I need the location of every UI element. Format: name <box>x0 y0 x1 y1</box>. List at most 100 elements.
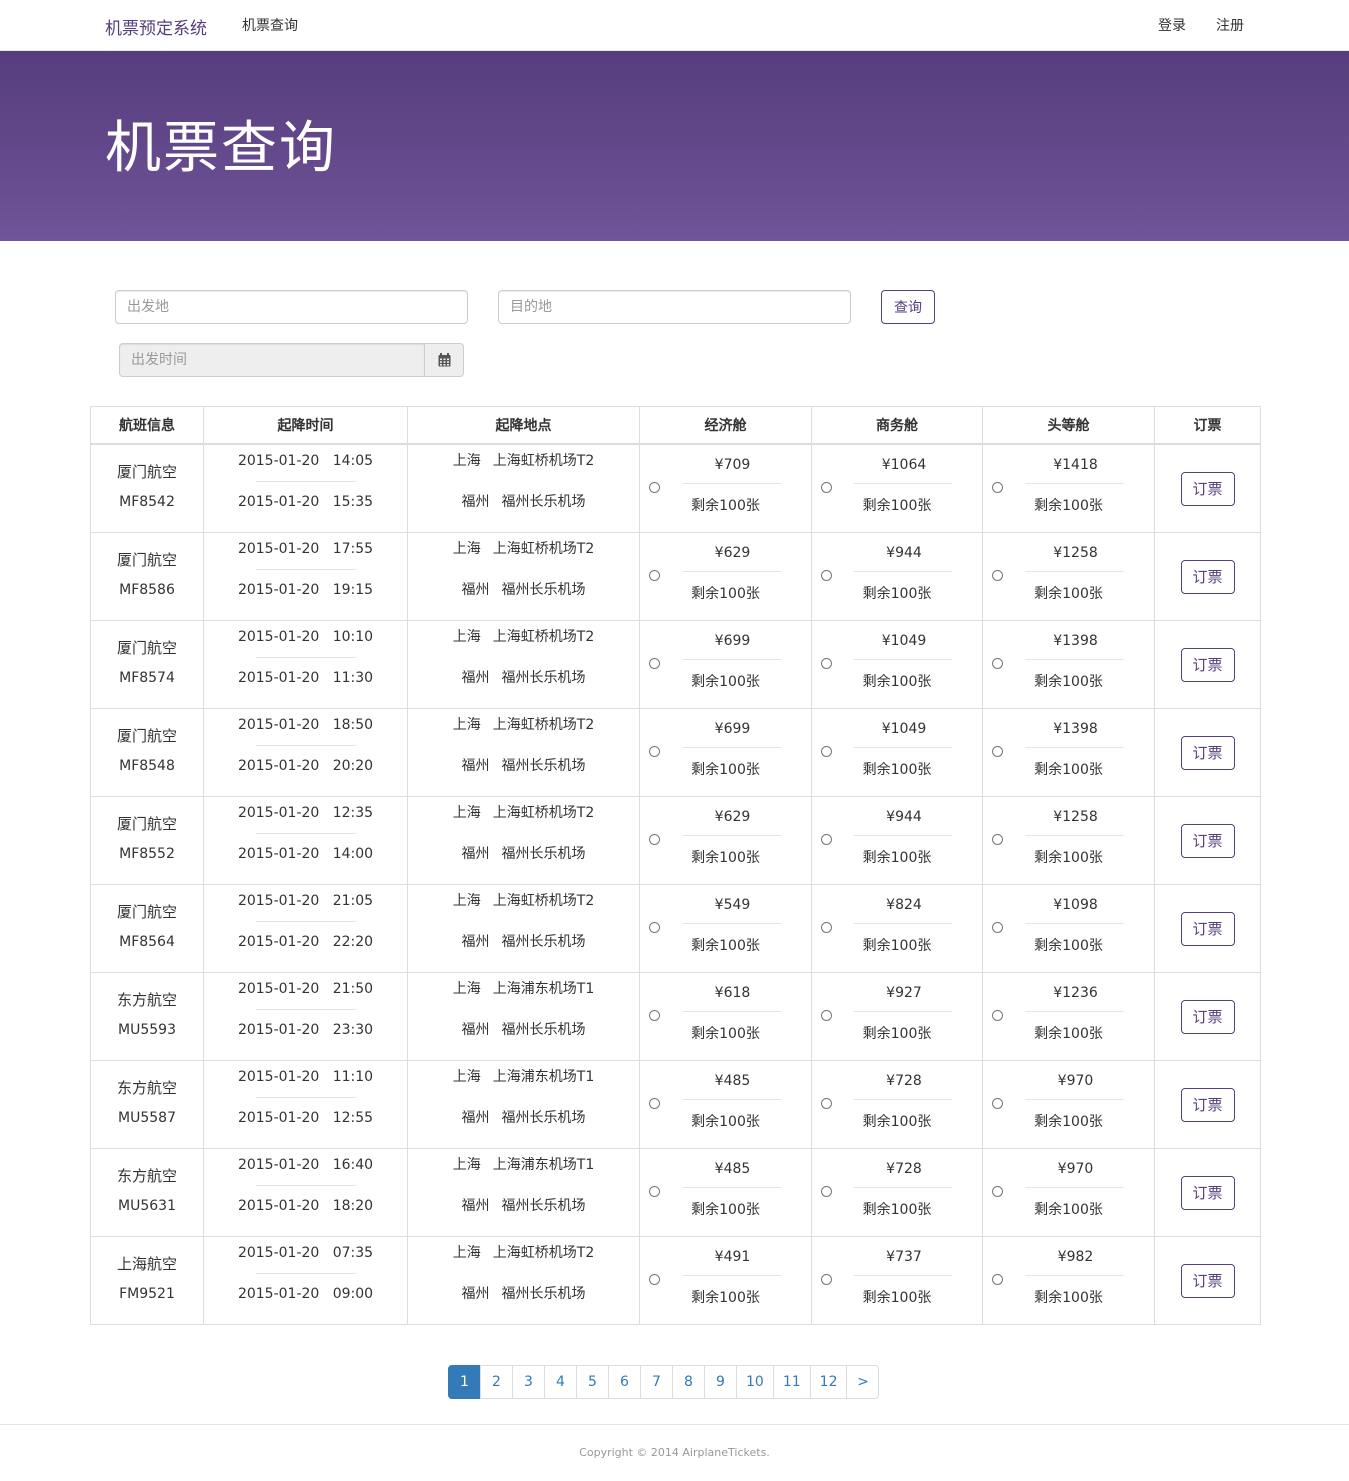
business-fare-radio[interactable] <box>821 482 832 493</box>
economy-fare-radio[interactable] <box>649 1274 660 1285</box>
date-picker <box>119 343 464 377</box>
page-link-10[interactable]: 10 <box>736 1365 774 1399</box>
page-link-6[interactable]: 6 <box>608 1365 641 1399</box>
first-class-fare-cell: ¥1098 剩余100张 <box>982 884 1155 973</box>
first-class-remaining: 剩余100张 <box>1034 1026 1103 1042</box>
times-cell: 2015-01-20 21:05 2015-01-20 22:20 <box>203 884 408 973</box>
departure-clock: 16:40 <box>332 1157 374 1173</box>
page-link-3[interactable]: 3 <box>512 1365 545 1399</box>
economy-fare-radio[interactable] <box>649 1098 660 1109</box>
brand-link[interactable]: 机票预定系统 <box>105 14 207 39</box>
departure-airport: 上海浦东机场T1 <box>492 1157 595 1173</box>
book-button[interactable]: 订票 <box>1180 999 1235 1034</box>
page-link-12[interactable]: 12 <box>809 1365 848 1399</box>
book-button[interactable]: 订票 <box>1180 1175 1235 1210</box>
economy-fare-radio[interactable] <box>649 570 660 581</box>
economy-fare-radio[interactable] <box>649 1186 660 1197</box>
divider <box>255 1009 356 1010</box>
flight-info-cell: 东方航空 MU5631 <box>90 1148 204 1237</box>
flight-info-cell: 上海航空 FM9521 <box>90 1236 204 1325</box>
book-cell: 订票 <box>1154 620 1261 709</box>
times-cell: 2015-01-20 07:35 2015-01-20 09:00 <box>203 1236 408 1325</box>
nav-link-login[interactable]: 登录 <box>1158 15 1186 35</box>
first-class-fare-radio[interactable] <box>992 1098 1003 1109</box>
departure-clock: 07:35 <box>332 1245 374 1261</box>
economy-fare-radio[interactable] <box>649 482 660 493</box>
page-link-5[interactable]: 5 <box>576 1365 609 1399</box>
nav-link-query[interactable]: 机票查询 <box>242 15 298 35</box>
first-class-fare-cell: ¥970 剩余100张 <box>982 1060 1155 1149</box>
nav-link-register[interactable]: 注册 <box>1216 15 1244 35</box>
economy-fare-cell: ¥485 剩余100张 <box>639 1060 812 1149</box>
business-fare-radio[interactable] <box>821 1010 832 1021</box>
departure-city: 上海 <box>452 717 481 733</box>
page-link-7[interactable]: 7 <box>640 1365 673 1399</box>
business-fare-radio[interactable] <box>821 1098 832 1109</box>
business-fare-radio[interactable] <box>821 658 832 669</box>
first-class-fare-radio[interactable] <box>992 834 1003 845</box>
economy-fare-radio[interactable] <box>649 658 660 669</box>
business-fare-cell: ¥1049 剩余100张 <box>811 620 983 709</box>
first-class-fare-radio[interactable] <box>992 658 1003 669</box>
business-fare-radio[interactable] <box>821 570 832 581</box>
book-button[interactable]: 订票 <box>1180 735 1235 770</box>
book-button[interactable]: 订票 <box>1180 911 1235 946</box>
business-remaining: 剩余100张 <box>862 850 932 866</box>
departure-clock: 17:55 <box>332 541 374 557</box>
book-button[interactable]: 订票 <box>1180 647 1235 682</box>
departure-time: 2015-01-20 18:50 <box>238 715 373 735</box>
first-class-fare-radio[interactable] <box>992 482 1003 493</box>
first-class-price: ¥1098 <box>1053 897 1098 913</box>
origin-input[interactable] <box>115 290 468 324</box>
first-class-fare-radio[interactable] <box>992 570 1003 581</box>
calendar-icon[interactable] <box>425 343 464 377</box>
business-fare-radio[interactable] <box>821 1274 832 1285</box>
business-fare-radio[interactable] <box>821 834 832 845</box>
page-link-11[interactable]: 11 <box>772 1365 811 1399</box>
query-button[interactable]: 查询 <box>881 290 935 324</box>
book-button[interactable]: 订票 <box>1180 1263 1235 1298</box>
first-class-fare-radio[interactable] <box>992 746 1003 757</box>
places-cell: 上海 上海虹桥机场T2 福州 福州长乐机场 <box>407 443 640 533</box>
book-cell: 订票 <box>1154 884 1261 973</box>
economy-fare-radio[interactable] <box>649 922 660 933</box>
arrival-time: 2015-01-20 09:00 <box>238 1284 373 1304</box>
divider <box>1025 1099 1124 1100</box>
departure-clock: 11:10 <box>332 1069 374 1085</box>
first-class-fare-radio[interactable] <box>992 1186 1003 1197</box>
first-class-fare-radio[interactable] <box>992 1274 1003 1285</box>
book-button[interactable]: 订票 <box>1180 471 1235 506</box>
book-button[interactable]: 订票 <box>1180 1087 1235 1122</box>
page-next-link[interactable]: > <box>846 1365 880 1399</box>
arrival-time: 2015-01-20 18:20 <box>238 1196 373 1216</box>
business-price: ¥1049 <box>881 633 927 649</box>
book-button[interactable]: 订票 <box>1180 823 1235 858</box>
business-fare-radio[interactable] <box>821 1186 832 1197</box>
arrival-clock: 11:30 <box>332 670 374 686</box>
business-remaining: 剩余100张 <box>862 674 932 690</box>
economy-fare-radio[interactable] <box>649 1010 660 1021</box>
page-link-9[interactable]: 9 <box>704 1365 737 1399</box>
divider <box>255 1097 356 1098</box>
times-cell: 2015-01-20 21:50 2015-01-20 23:30 <box>203 972 408 1061</box>
business-fare-radio[interactable] <box>821 746 832 757</box>
book-button[interactable]: 订票 <box>1180 559 1235 594</box>
first-class-fare-radio[interactable] <box>992 922 1003 933</box>
places-cell: 上海 上海浦东机场T1 福州 福州长乐机场 <box>407 972 640 1061</box>
departure-date-text: 2015-01-20 <box>237 1157 320 1173</box>
arrival-place: 福州 福州长乐机场 <box>462 580 586 600</box>
page-link-8[interactable]: 8 <box>672 1365 705 1399</box>
departure-date-input[interactable] <box>119 343 425 377</box>
destination-input[interactable] <box>498 290 851 324</box>
economy-fare-radio[interactable] <box>649 834 660 845</box>
arrival-date-text: 2015-01-20 <box>237 1286 320 1302</box>
times-cell: 2015-01-20 11:10 2015-01-20 12:55 <box>203 1060 408 1149</box>
divider <box>854 1187 952 1188</box>
first-class-fare-radio[interactable] <box>992 1010 1003 1021</box>
economy-fare-radio[interactable] <box>649 746 660 757</box>
business-fare-radio[interactable] <box>821 922 832 933</box>
page-link-1[interactable]: 1 <box>448 1365 481 1399</box>
page-link-4[interactable]: 4 <box>544 1365 577 1399</box>
page-link-2[interactable]: 2 <box>480 1365 513 1399</box>
